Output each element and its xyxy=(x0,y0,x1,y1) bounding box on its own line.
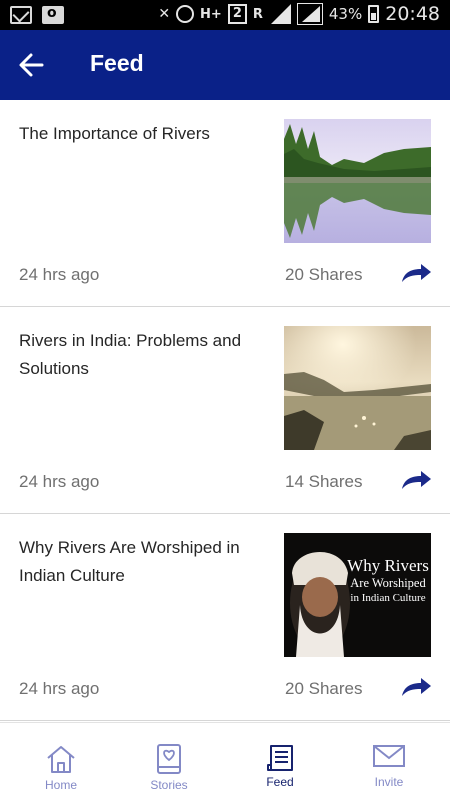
share-count: 20 Shares xyxy=(285,265,363,284)
alarm-icon xyxy=(176,5,195,23)
nav-feed-label: Feed xyxy=(266,775,294,789)
feed-card-title[interactable]: Rivers in India: Problems and Solutions xyxy=(19,327,259,383)
feed-card[interactable]: Why Rivers Are Worshiped in Indian Cultu… xyxy=(0,514,450,721)
app-bar: Feed xyxy=(0,30,450,100)
home-icon xyxy=(47,746,75,773)
mail-icon xyxy=(373,745,405,767)
post-time: 24 hrs ago xyxy=(19,472,100,491)
arrow-left-icon[interactable] xyxy=(18,52,44,78)
roaming-indicator: R xyxy=(252,6,263,22)
outlook-notification-icon xyxy=(42,5,64,24)
thumb-text-3: in Indian Culture xyxy=(350,592,425,604)
feed-icon xyxy=(267,745,293,771)
lake-reflection-image[interactable] xyxy=(284,119,431,243)
mute-icon: ✕ xyxy=(158,6,171,22)
clock: 20:48 xyxy=(385,3,440,25)
feed-card-title[interactable]: The Importance of Rivers xyxy=(19,120,259,148)
nav-home-label: Home xyxy=(44,778,77,792)
video-thumbnail-image[interactable]: Why Rivers Are Worshiped in Indian Cultu… xyxy=(284,533,431,657)
battery-percent: 43% xyxy=(328,5,363,23)
nav-home[interactable]: Home xyxy=(5,723,117,800)
share-count: 14 Shares xyxy=(285,472,363,491)
nav-stories[interactable]: Stories xyxy=(113,723,225,800)
network-type: H+ xyxy=(200,6,222,22)
river-sunset-image[interactable] xyxy=(284,326,431,450)
status-indicators: ✕ H+ 2 R 43% 20:48 xyxy=(158,3,440,25)
feed-card[interactable]: The Importance of Rivers 24 hrs ago 20 S… xyxy=(0,100,450,307)
thumb-text-1: Why Rivers xyxy=(347,556,429,575)
post-time: 24 hrs ago xyxy=(19,265,100,284)
signal-icon xyxy=(269,4,291,24)
feed-card[interactable]: Rivers in India: Problems and Solutions … xyxy=(0,307,450,514)
battery-icon xyxy=(368,5,380,23)
bottom-navigation: Home Stories Feed Invite xyxy=(0,722,450,800)
post-time: 24 hrs ago xyxy=(19,679,100,698)
page-title: Feed xyxy=(90,50,144,76)
signal-2-icon xyxy=(296,3,323,25)
nav-stories-label: Stories xyxy=(150,778,188,792)
feed-list: The Importance of Rivers 24 hrs ago 20 S… xyxy=(0,100,450,722)
share-count: 20 Shares xyxy=(285,679,363,698)
nav-invite-label: Invite xyxy=(374,775,404,789)
share-icon[interactable] xyxy=(400,676,432,698)
status-bar: ✕ H+ 2 R 43% 20:48 xyxy=(0,0,450,30)
thumb-text-2: Are Worshiped xyxy=(350,576,426,590)
feed-card-title[interactable]: Why Rivers Are Worshiped in Indian Cultu… xyxy=(19,534,259,590)
status-notifications xyxy=(10,5,64,24)
share-icon[interactable] xyxy=(400,469,432,491)
stories-icon xyxy=(157,744,181,774)
sim-indicator: 2 xyxy=(227,4,247,24)
share-icon[interactable] xyxy=(400,262,432,284)
nav-feed[interactable]: Feed xyxy=(224,723,336,800)
nav-invite[interactable]: Invite xyxy=(333,723,445,800)
mail-notification-icon xyxy=(10,6,32,24)
